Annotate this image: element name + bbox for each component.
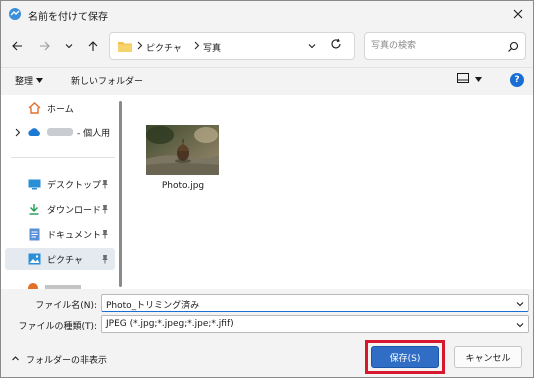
filetype-select[interactable]: JPEG (*.jpg;*.jpeg;*.jpe;*.jfif): [101, 315, 529, 333]
view-options-button[interactable]: [457, 73, 482, 86]
forward-arrow-icon[interactable]: [35, 36, 55, 56]
chevron-down-icon[interactable]: [515, 320, 525, 333]
sidebar-item-partial: [27, 279, 87, 289]
photo-thumbnail: [146, 125, 219, 175]
sidebar-item-label: - 個人用: [77, 128, 111, 139]
caret-down-icon: [475, 75, 482, 85]
sidebar-divider: [11, 157, 115, 158]
breadcrumb-separator-icon: [137, 41, 143, 53]
search-input[interactable]: [371, 37, 501, 55]
breadcrumb-item-photos[interactable]: 写真: [203, 41, 221, 54]
file-name: Photo.jpg: [161, 181, 205, 191]
address-bar[interactable]: ピクチャ 写真: [109, 32, 355, 60]
command-toolbar: 整理 新しいフォルダー ?: [1, 67, 533, 95]
address-dropdown-chevron-icon[interactable]: [307, 41, 317, 54]
pictures-icon: [27, 252, 41, 266]
pin-icon[interactable]: [101, 254, 109, 267]
refresh-icon[interactable]: [326, 36, 346, 52]
navigation-pane: ホーム - 個人用 デスクトップ ダウンロード ドキュメント ピクチャ: [1, 95, 125, 289]
file-item[interactable]: Photo.jpg: [145, 125, 221, 195]
filename-label: ファイル名(N):: [35, 301, 97, 311]
sidebar-item-label: デスクトップ: [47, 180, 102, 191]
organize-label: 整理: [15, 77, 34, 87]
sidebar-item-downloads[interactable]: ダウンロード: [5, 198, 115, 220]
search-icon[interactable]: [505, 39, 521, 55]
desktop-icon: [27, 177, 41, 191]
filetype-label: ファイルの種類(T):: [18, 322, 97, 332]
app-icon: [8, 7, 22, 21]
sidebar-item-pictures[interactable]: ピクチャ: [5, 248, 115, 270]
pin-icon[interactable]: [101, 204, 109, 217]
redacted-account-name: [47, 128, 73, 136]
sidebar-item-onedrive[interactable]: - 個人用: [5, 121, 115, 143]
hide-folders-button[interactable]: フォルダーの非表示: [11, 353, 107, 366]
pin-icon[interactable]: [101, 179, 109, 192]
breadcrumb-separator-icon: [194, 41, 200, 53]
folder-icon: [118, 41, 132, 55]
hide-folders-label: フォルダーの非表示: [26, 356, 108, 366]
title-bar: 名前を付けて保存: [1, 1, 533, 27]
new-folder-button[interactable]: 新しいフォルダー: [71, 74, 143, 87]
file-list: Photo.jpg: [127, 95, 533, 289]
sidebar-scrollbar[interactable]: [119, 101, 122, 287]
up-arrow-icon[interactable]: [83, 36, 103, 56]
pin-icon[interactable]: [101, 229, 109, 242]
recent-locations-chevron-icon[interactable]: [59, 36, 79, 56]
home-icon: [27, 101, 41, 115]
save-options-panel: ファイル名(N): Photo_トリミング済み ファイルの種類(T): JPEG…: [1, 289, 533, 377]
chevron-down-icon[interactable]: [515, 299, 525, 312]
cloud-icon: [27, 125, 41, 139]
sidebar-item-documents[interactable]: ドキュメント: [5, 223, 115, 245]
filetype-value: JPEG (*.jpg;*.jpeg;*.jpe;*.jfif): [106, 319, 234, 329]
navigation-bar: ピクチャ 写真: [1, 30, 533, 62]
filename-field[interactable]: Photo_トリミング済み: [101, 294, 529, 312]
view-layout-icon: [457, 73, 469, 86]
sidebar-item-label: ピクチャ: [47, 255, 83, 266]
search-box: [364, 32, 526, 60]
filename-value: Photo_トリミング済み: [106, 301, 200, 311]
organize-button[interactable]: 整理: [15, 74, 44, 87]
chevron-up-icon: [11, 354, 20, 366]
sidebar-item-label: ダウンロード: [47, 205, 102, 216]
sidebar-item-label: ドキュメント: [47, 230, 102, 241]
save-as-dialog: 名前を付けて保存 ピクチャ 写真 写真の検索 整理 新しいフォルダー ? ホーム…: [0, 0, 534, 378]
sidebar-item-label: ホーム: [47, 104, 74, 115]
close-icon[interactable]: [506, 4, 530, 24]
back-arrow-icon[interactable]: [7, 36, 27, 56]
download-icon: [27, 202, 41, 216]
breadcrumb-item-pictures[interactable]: ピクチャ: [146, 41, 182, 54]
document-icon: [27, 227, 41, 241]
help-icon[interactable]: ?: [510, 73, 524, 87]
window-title: 名前を付けて保存: [28, 12, 108, 23]
chevron-right-icon[interactable]: [15, 128, 21, 140]
sidebar-item-desktop[interactable]: デスクトップ: [5, 173, 115, 195]
save-button[interactable]: 保存(S): [371, 346, 439, 368]
caret-down-icon: [36, 76, 44, 86]
sidebar-item-home[interactable]: ホーム: [5, 97, 115, 119]
cancel-button[interactable]: キャンセル: [454, 346, 522, 368]
content-area: ホーム - 個人用 デスクトップ ダウンロード ドキュメント ピクチャ Phot…: [1, 95, 533, 289]
